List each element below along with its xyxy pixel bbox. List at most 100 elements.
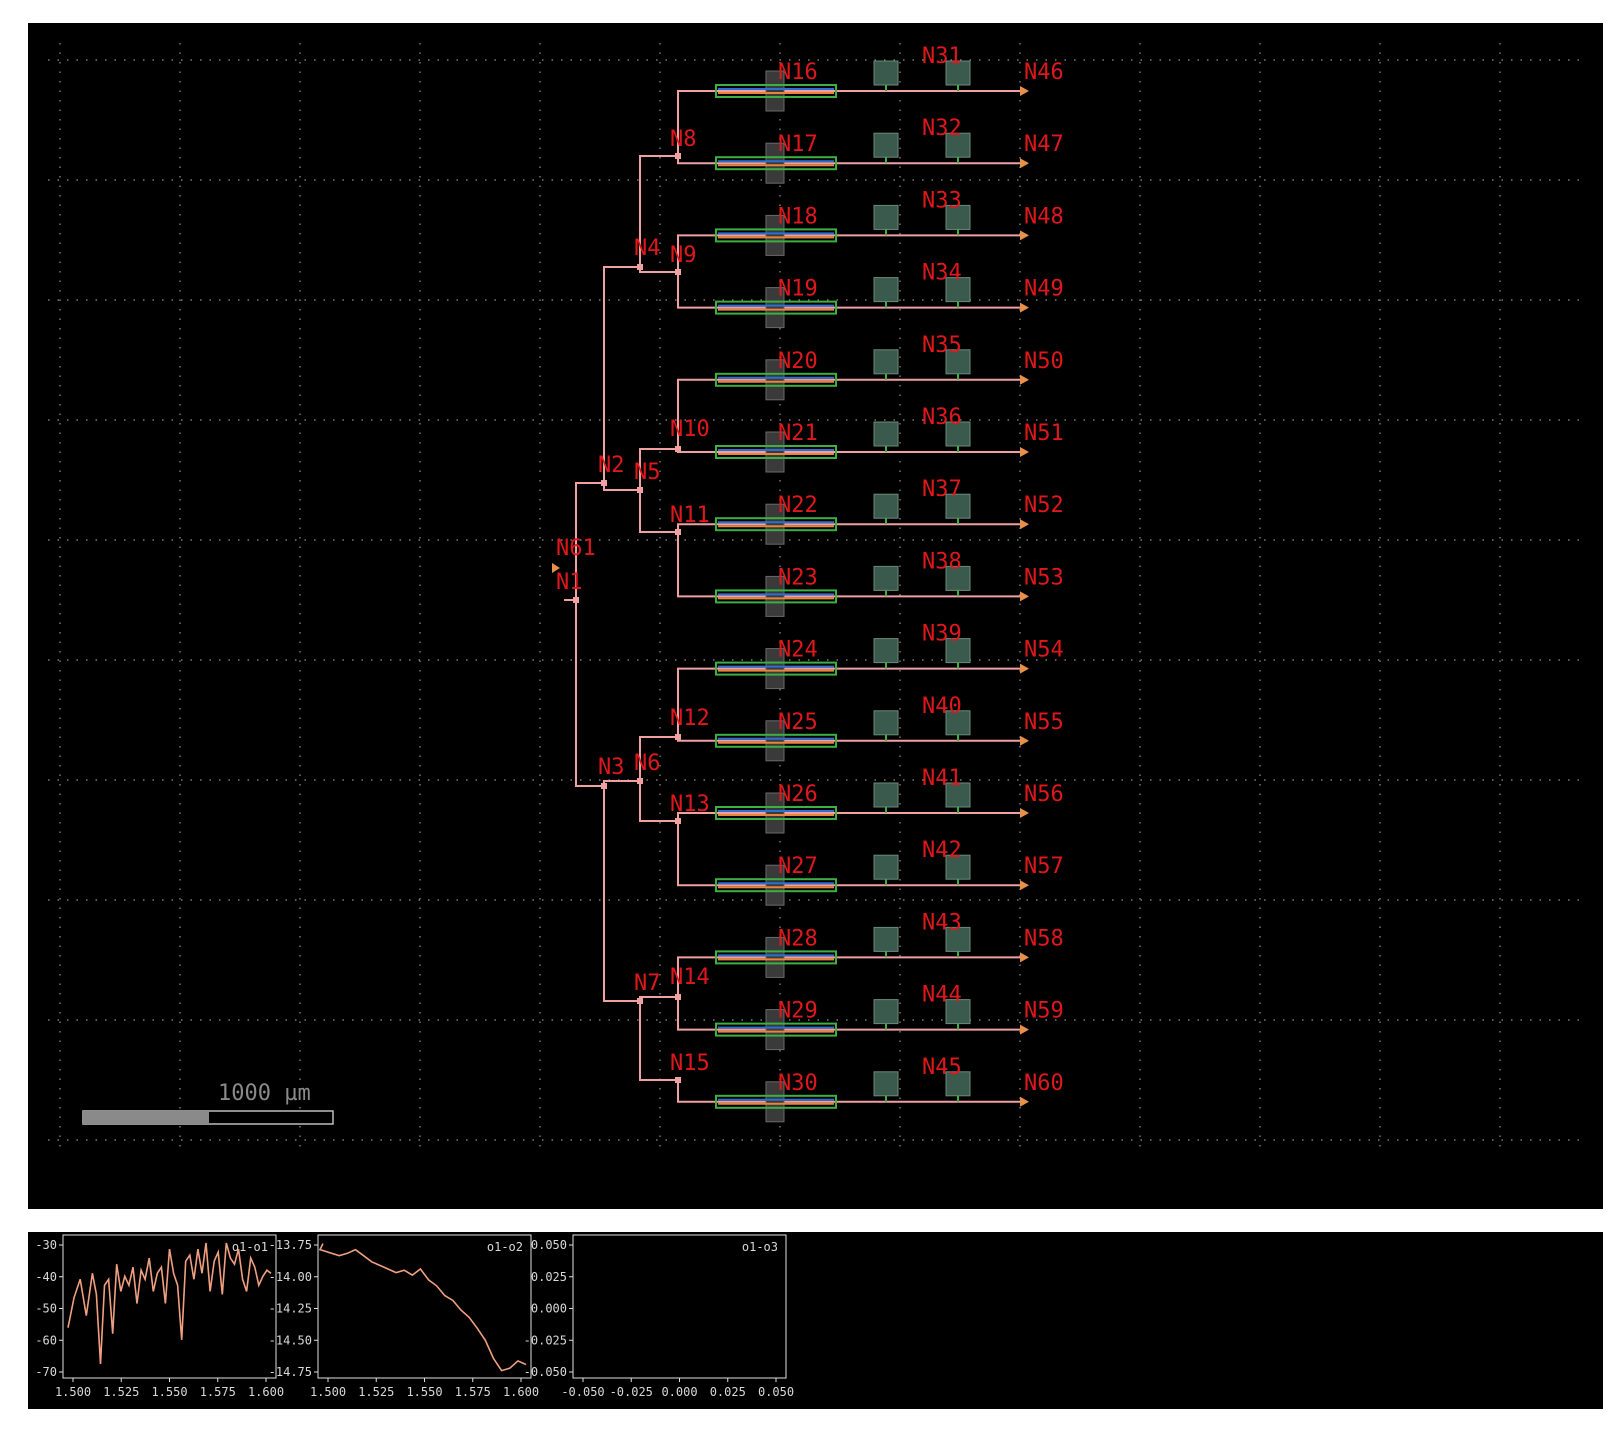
pad-label: N44 [922,983,962,1008]
splitter-marker [675,153,681,159]
heater-row: N19 N34 N49 [715,261,1064,329]
plot-o1-o2: o1-o2 -13.75 -14.00 -14.25 -14.50 -14.75 1.500… [269,1234,539,1399]
y-tick-label: -0.050 [524,1365,567,1379]
output-port-marker [1020,374,1029,385]
pad-label: N41 [922,766,962,791]
bond-pad-left [873,999,899,1025]
x-tick-label: 1.525 [103,1385,139,1399]
heater-row: N18 N33 N48 [715,188,1064,256]
heater-row: N26 N41 N56 [715,766,1064,834]
splitter-marker [637,998,643,1004]
y-tick-label: 0.000 [531,1302,567,1316]
heater-label: N28 [778,926,818,951]
heater-label: N22 [778,493,818,518]
x-tick-label: 1.500 [310,1385,346,1399]
port-label: N59 [1024,999,1064,1024]
splitter-marker [675,818,681,824]
heater-row: N21 N36 N51 [715,405,1064,473]
splitter-marker [675,269,681,275]
pad-label: N40 [922,694,962,719]
pad-label: N42 [922,838,962,863]
x-tick-label: 0.050 [758,1385,794,1399]
port-label: N58 [1024,926,1064,951]
heater-row: N30 N45 N60 [715,1055,1064,1123]
splitter-label-n12: N12 [670,706,710,731]
splitter-marker [675,994,681,1000]
layout-canvas[interactable]: N16 N31 N46 N17 N32 N47 N18 N33 N48 N19 N34 N49 N20 N… [28,23,1603,1209]
x-tick-label: 1.575 [200,1385,236,1399]
output-port-marker [1020,735,1029,746]
output-port-marker [1020,591,1029,602]
pad-label: N32 [922,116,962,141]
heater-row: N20 N35 N50 [715,333,1064,401]
x-tick-label: 1.600 [503,1385,539,1399]
bond-pad-left [873,349,899,375]
output-port-marker [1020,519,1029,530]
scale-bar-fill [83,1111,209,1124]
port-label: N52 [1024,493,1064,518]
splitter-label-n10: N10 [670,417,710,442]
output-port-marker [1020,808,1029,818]
y-tick-label: 0.025 [531,1270,567,1284]
port-label: N55 [1024,710,1064,735]
port-label: N57 [1024,854,1064,879]
output-port-marker [1020,230,1029,241]
bond-pad-left [873,60,899,86]
y-tick-label: -40 [35,1270,57,1284]
splitter-label-n6: N6 [634,751,661,776]
port-label: N47 [1024,132,1064,157]
output-port-marker [1020,952,1029,963]
splitter-marker [637,778,643,784]
output-port-marker [1020,302,1029,313]
y-tick-label: -13.75 [269,1238,312,1252]
output-port-marker [1020,1096,1029,1107]
y-tick-label: -30 [35,1238,57,1252]
x-tick-label: -0.025 [610,1385,653,1399]
heater-row: N29 N44 N59 [715,983,1064,1051]
layout-svg[interactable]: N16N31N46N17N32N47N18N33N48N19N34N49N20N… [28,23,1603,1209]
splitter-label-n11: N11 [670,503,710,528]
splitter-label-n8: N8 [670,127,697,152]
bond-pad-left [873,854,899,880]
splitter-label-n1: N1 [556,570,583,595]
pad-label: N39 [922,622,962,647]
x-tick-label: 1.500 [55,1385,91,1399]
bond-pad-left [873,565,899,591]
bond-pad-left [873,1071,899,1097]
bond-pad-left [873,421,899,447]
y-tick-label: 0.050 [531,1238,567,1252]
bond-pad-left [873,782,899,808]
port-label: N51 [1024,421,1064,446]
splitter-marker [637,487,643,493]
pad-label: N33 [922,188,962,213]
splitter-marker [675,1077,681,1083]
heater-label: N26 [778,782,818,807]
port-label: N53 [1024,565,1064,590]
x-tick-label: 1.550 [151,1385,187,1399]
heater-row: N24 N39 N54 [715,622,1064,690]
y-tick-label: -50 [35,1302,57,1316]
heater-row: N17 N32 N47 [715,116,1064,184]
splitter-label-n15: N15 [670,1051,710,1076]
heater-label: N25 [778,710,818,735]
plot-frame [572,1234,787,1379]
y-tick-label: -14.75 [269,1365,312,1379]
splitter-label-n14: N14 [670,965,710,990]
y-tick-label: -14.25 [269,1302,312,1316]
port-label: N56 [1024,782,1064,807]
output-port-marker [1020,158,1029,169]
output-port-marker [1020,663,1029,674]
splitter-label-n7: N7 [634,971,661,996]
scale-bar: 1000 µm [82,1081,334,1125]
heater-label: N21 [778,421,818,446]
heater-label: N16 [778,60,818,85]
heater-row: N16 N31 N46 [715,44,1064,112]
y-tick-label: -70 [35,1365,57,1379]
heater-row: N28 N43 N58 [715,910,1064,978]
x-tick-label: 1.550 [406,1385,442,1399]
port-label: N60 [1024,1071,1064,1096]
bond-pad-left [873,710,899,736]
x-tick-label: 0.000 [661,1385,697,1399]
splitter-label-n4: N4 [634,236,661,261]
port-label: N48 [1024,204,1064,229]
